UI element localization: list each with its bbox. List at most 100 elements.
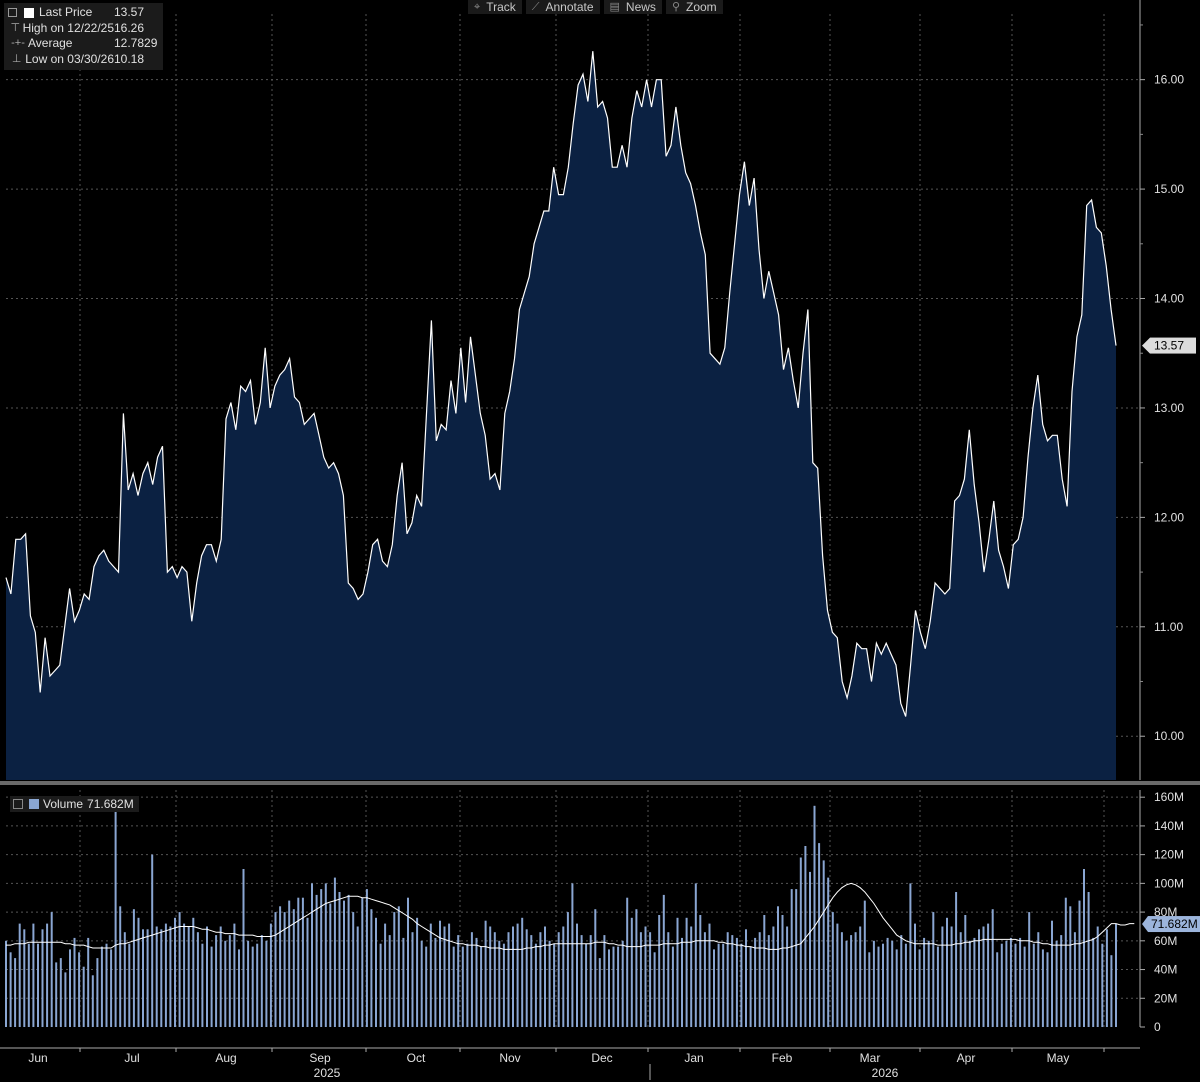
- month-label: Jan: [684, 1051, 703, 1065]
- legend-low: ⊥ Low on 03/30/26 10.18: [8, 52, 157, 68]
- volume-bar: [1051, 920, 1053, 1027]
- volume-bar: [361, 897, 364, 1027]
- volume-bar: [694, 883, 697, 1027]
- volume-bar: [585, 943, 588, 1027]
- volume-bar: [315, 894, 318, 1027]
- volume-bar: [123, 932, 126, 1027]
- volume-bar: [740, 943, 743, 1027]
- volume-bar: [384, 923, 387, 1027]
- volume-bar: [923, 937, 926, 1027]
- volume-bar: [169, 926, 172, 1027]
- volume-bar: [87, 937, 90, 1027]
- volume-bar: [251, 946, 254, 1027]
- volume-bar: [160, 929, 163, 1027]
- volume-bar: [155, 926, 158, 1027]
- volume-bar: [621, 940, 624, 1027]
- volume-bar: [502, 943, 505, 1027]
- month-label: Jul: [124, 1051, 139, 1065]
- volume-bar: [1069, 906, 1072, 1027]
- volume-bar: [228, 935, 231, 1027]
- volume-bar: [886, 937, 889, 1027]
- volume-bar: [269, 923, 272, 1027]
- volume-bar: [827, 877, 830, 1027]
- volume-bar: [164, 923, 167, 1027]
- volume-bar: [265, 940, 268, 1027]
- volume-bar: [1073, 932, 1076, 1027]
- volume-bar: [1014, 943, 1017, 1027]
- collapse-icon[interactable]: [8, 8, 17, 18]
- volume-bar: [521, 917, 524, 1027]
- volume-bar: [210, 946, 213, 1027]
- volume-bar: [1064, 897, 1067, 1027]
- volume-bar: [836, 923, 839, 1027]
- volume-bar: [375, 917, 377, 1027]
- month-label: Mar: [860, 1051, 881, 1065]
- volume-bar: [420, 940, 423, 1027]
- volume-bar: [1101, 943, 1104, 1027]
- collapse-icon[interactable]: [13, 799, 23, 809]
- volume-bar: [439, 920, 441, 1027]
- volume-badge-arrow: [1142, 916, 1148, 933]
- volume-bar: [1046, 952, 1049, 1027]
- volume-tick-label: 160M: [1154, 790, 1184, 804]
- volume-bar: [777, 906, 779, 1027]
- price-tick-label: 10.00: [1154, 729, 1184, 743]
- volume-badge-label: 71.682M: [1151, 917, 1198, 931]
- month-label: Oct: [407, 1051, 426, 1065]
- annotate-button[interactable]: ⟋ Annotate: [525, 0, 600, 14]
- volume-axis: 020M40M60M80M100M120M140M160M71.682M: [1139, 790, 1200, 1034]
- volume-bar: [932, 912, 935, 1027]
- volume-bar: [73, 937, 76, 1027]
- price-area: [6, 51, 1116, 780]
- year-label: 2026: [872, 1066, 899, 1080]
- volume-tick-label: 40M: [1154, 963, 1177, 977]
- track-button[interactable]: ⌖ Track: [468, 0, 522, 14]
- volume-bar: [183, 923, 186, 1027]
- volume-bar: [726, 932, 729, 1027]
- news-button[interactable]: ▤ News: [603, 0, 662, 14]
- volume-bar: [1037, 932, 1040, 1027]
- volume-bar: [891, 940, 894, 1027]
- volume-bar: [411, 932, 414, 1027]
- volume-bar: [512, 926, 514, 1027]
- volume-bar: [626, 897, 629, 1027]
- volume-bar: [996, 952, 999, 1027]
- volume-bar: [946, 917, 948, 1027]
- volume-bar: [137, 917, 140, 1027]
- volume-bar: [498, 940, 501, 1027]
- month-label: Nov: [499, 1051, 520, 1065]
- volume-bar: [206, 926, 208, 1027]
- volume-bar: [41, 929, 44, 1027]
- volume-bar: [950, 926, 953, 1027]
- volume-bar: [914, 923, 916, 1027]
- volume-bar: [114, 811, 117, 1027]
- volume-bar: [96, 958, 99, 1027]
- volume-bar: [991, 909, 994, 1027]
- volume-bar: [192, 917, 195, 1027]
- volume-bar: [859, 926, 862, 1027]
- volume-bar: [27, 943, 30, 1027]
- legend-last-price: Last Price 13.57: [8, 5, 157, 21]
- volume-bar: [818, 843, 821, 1027]
- volume-bar: [64, 972, 67, 1027]
- volume-bar: [941, 926, 944, 1027]
- volume-bar: [772, 926, 775, 1027]
- volume-bar: [854, 932, 857, 1027]
- volume-bar: [1060, 935, 1063, 1027]
- volume-bar: [452, 946, 455, 1027]
- zoom-button[interactable]: ⚲ Zoom: [665, 0, 723, 14]
- volume-bar: [425, 946, 428, 1027]
- volume-bar: [790, 889, 793, 1027]
- volume-bar: [14, 958, 17, 1027]
- volume-bar: [955, 892, 958, 1027]
- volume-bar: [201, 943, 204, 1027]
- volume-bar: [402, 937, 405, 1027]
- volume-bar: [1115, 923, 1117, 1027]
- volume-bar: [279, 906, 282, 1027]
- volume-bar: [872, 940, 875, 1027]
- volume-bar: [708, 923, 711, 1027]
- volume-bar: [754, 937, 757, 1027]
- volume-swatch: [29, 799, 39, 809]
- volume-bar: [904, 943, 907, 1027]
- last-price-badge-arrow: [1142, 337, 1150, 354]
